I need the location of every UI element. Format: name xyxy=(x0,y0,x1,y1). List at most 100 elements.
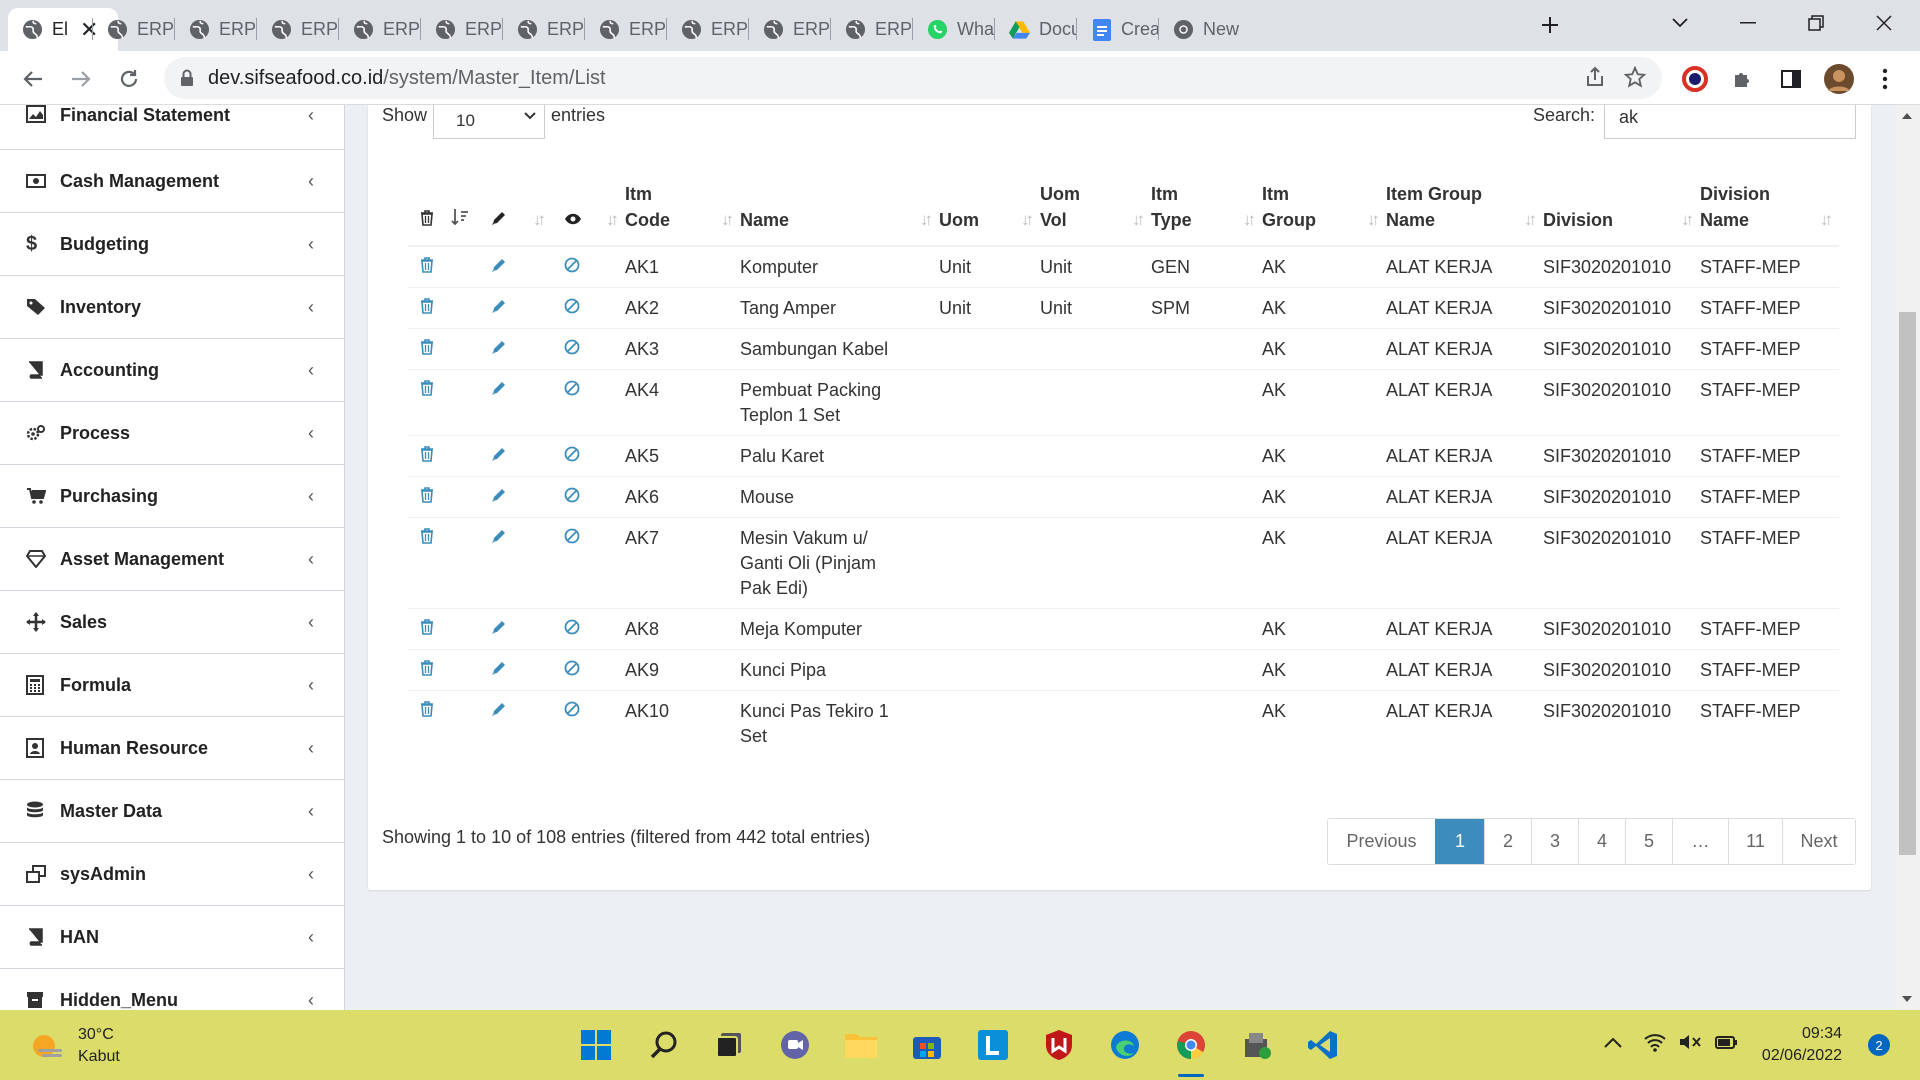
scroll-down-arrow-icon[interactable] xyxy=(1902,996,1912,1002)
disable-button[interactable] xyxy=(552,619,580,635)
header-pencil[interactable]: ↓↑ xyxy=(479,181,552,247)
chrome-taskbar-button[interactable] xyxy=(1173,1027,1209,1063)
delete-button[interactable] xyxy=(408,339,434,355)
delete-button[interactable] xyxy=(408,528,434,544)
extensions-puzzle-icon[interactable] xyxy=(1728,64,1758,94)
sidebar-item-han[interactable]: HAN ‹ xyxy=(0,906,344,969)
edit-button[interactable] xyxy=(479,446,507,462)
delete-button[interactable] xyxy=(408,619,434,635)
disable-button[interactable] xyxy=(552,298,580,314)
forward-button[interactable] xyxy=(64,62,98,96)
tray-overflow-chevron-icon[interactable] xyxy=(1603,1032,1623,1055)
pagination-page-3[interactable]: 3 xyxy=(1531,819,1578,864)
sidebar-item-inventory[interactable]: Inventory ‹ xyxy=(0,276,344,339)
bookmark-star-icon[interactable] xyxy=(1623,65,1647,94)
edit-button[interactable] xyxy=(479,619,507,635)
new-tab-button[interactable] xyxy=(1530,8,1570,42)
back-button[interactable] xyxy=(16,62,50,96)
sidebar-item-budgeting[interactable]: $ Budgeting ‹ xyxy=(0,213,344,276)
edit-button[interactable] xyxy=(479,380,507,396)
color-extension-icon[interactable] xyxy=(1680,64,1710,94)
disable-button[interactable] xyxy=(552,380,580,396)
vpn-button[interactable] xyxy=(1239,1027,1275,1063)
vscode-button[interactable] xyxy=(1305,1027,1341,1063)
disable-button[interactable] xyxy=(552,487,580,503)
pagination-next[interactable]: Next xyxy=(1782,819,1855,864)
tab-search-button[interactable] xyxy=(1660,6,1700,40)
delete-button[interactable] xyxy=(408,298,434,314)
reload-button[interactable] xyxy=(112,62,146,96)
delete-button[interactable] xyxy=(408,660,434,676)
weather-widget[interactable]: 30°C Kabut xyxy=(30,1024,120,1068)
browser-tab[interactable]: What xyxy=(913,8,995,51)
app-l-button[interactable] xyxy=(975,1027,1011,1063)
chrome-menu-icon[interactable] xyxy=(1870,64,1900,94)
file-explorer-button[interactable] xyxy=(843,1027,879,1063)
minimize-button[interactable] xyxy=(1728,6,1768,40)
pagination-page-2[interactable]: 2 xyxy=(1484,819,1531,864)
mcafee-button[interactable] xyxy=(1041,1027,1077,1063)
browser-tab[interactable]: ERP:S xyxy=(93,8,175,51)
sidebar-item-sysadmin[interactable]: sysAdmin ‹ xyxy=(0,843,344,906)
browser-tab[interactable]: ERP:S xyxy=(175,8,257,51)
header-division[interactable]: Division ↓↑ xyxy=(1543,181,1700,247)
sidebar-item-accounting[interactable]: Accounting ‹ xyxy=(0,339,344,402)
browser-tab[interactable]: ERP:c xyxy=(503,8,585,51)
edit-button[interactable] xyxy=(479,487,507,503)
delete-button[interactable] xyxy=(408,380,434,396)
speaker-muted-icon[interactable] xyxy=(1678,1032,1702,1058)
browser-tab[interactable]: Crea xyxy=(1077,8,1159,51)
address-bar[interactable]: dev.sifseafood.co.id/system/Master_Item/… xyxy=(164,57,1662,99)
header-division-name[interactable]: Division Name ↓↑ xyxy=(1700,181,1839,247)
search-input[interactable]: ak xyxy=(1604,105,1856,139)
edit-button[interactable] xyxy=(479,298,507,314)
header-sort[interactable] xyxy=(439,181,479,247)
browser-tab[interactable]: ERP:U xyxy=(339,8,421,51)
browser-tab[interactable]: Docu xyxy=(995,8,1077,51)
system-clock[interactable]: 09:34 02/06/2022 xyxy=(1762,1023,1842,1067)
browser-tab[interactable]: ERP:c xyxy=(421,8,503,51)
share-icon[interactable] xyxy=(1584,66,1606,94)
edit-button[interactable] xyxy=(479,528,507,544)
disable-button[interactable] xyxy=(552,528,580,544)
sidebar-item-asset-management[interactable]: Asset Management ‹ xyxy=(0,528,344,591)
header-itm-code[interactable]: Itm Code ↓↑ xyxy=(625,181,740,247)
browser-tab[interactable]: ERP:c xyxy=(585,8,667,51)
pagination-page-1[interactable]: 1 xyxy=(1435,819,1484,864)
delete-button[interactable] xyxy=(408,701,434,717)
header-trash[interactable] xyxy=(408,181,439,247)
header-name[interactable]: Name ↓↑ xyxy=(740,181,939,247)
profile-avatar[interactable] xyxy=(1824,64,1854,94)
header-eye[interactable]: ↓↑ xyxy=(552,181,625,247)
browser-tab[interactable]: ERP:S xyxy=(257,8,339,51)
disable-button[interactable] xyxy=(552,701,580,717)
disable-button[interactable] xyxy=(552,660,580,676)
pagination-previous[interactable]: Previous xyxy=(1328,819,1435,864)
browser-tab[interactable]: ERP:I xyxy=(831,8,913,51)
sidebar-item-human-resource[interactable]: Human Resource ‹ xyxy=(0,717,344,780)
page-scrollbar[interactable] xyxy=(1895,105,1920,1010)
header-uom[interactable]: Uom ↓↑ xyxy=(939,181,1040,247)
battery-charging-icon[interactable] xyxy=(1714,1032,1738,1058)
restore-button[interactable] xyxy=(1796,6,1836,40)
disable-button[interactable] xyxy=(552,446,580,462)
sidebar-item-hidden-menu[interactable]: Hidden_Menu ‹ xyxy=(0,969,344,1010)
scroll-up-arrow-icon[interactable] xyxy=(1902,113,1912,119)
entries-select[interactable]: 10 xyxy=(433,105,546,139)
delete-button[interactable] xyxy=(408,257,434,273)
disable-button[interactable] xyxy=(552,339,580,355)
browser-tab[interactable]: ERP:I xyxy=(749,8,831,51)
browser-tab[interactable]: New xyxy=(1159,8,1241,51)
edit-button[interactable] xyxy=(479,257,507,273)
scrollbar-thumb[interactable] xyxy=(1899,312,1916,855)
side-panel-icon[interactable] xyxy=(1776,64,1806,94)
edit-button[interactable] xyxy=(479,660,507,676)
close-window-button[interactable] xyxy=(1864,6,1904,40)
start-button[interactable] xyxy=(578,1027,614,1063)
header-item-group-name[interactable]: Item Group Name ↓↑ xyxy=(1386,181,1543,247)
disable-button[interactable] xyxy=(552,257,580,273)
pagination-page-4[interactable]: 4 xyxy=(1578,819,1625,864)
pagination-page-11[interactable]: 11 xyxy=(1728,819,1782,864)
sidebar-item-master-data[interactable]: Master Data ‹ xyxy=(0,780,344,843)
taskview-button[interactable] xyxy=(711,1027,747,1063)
